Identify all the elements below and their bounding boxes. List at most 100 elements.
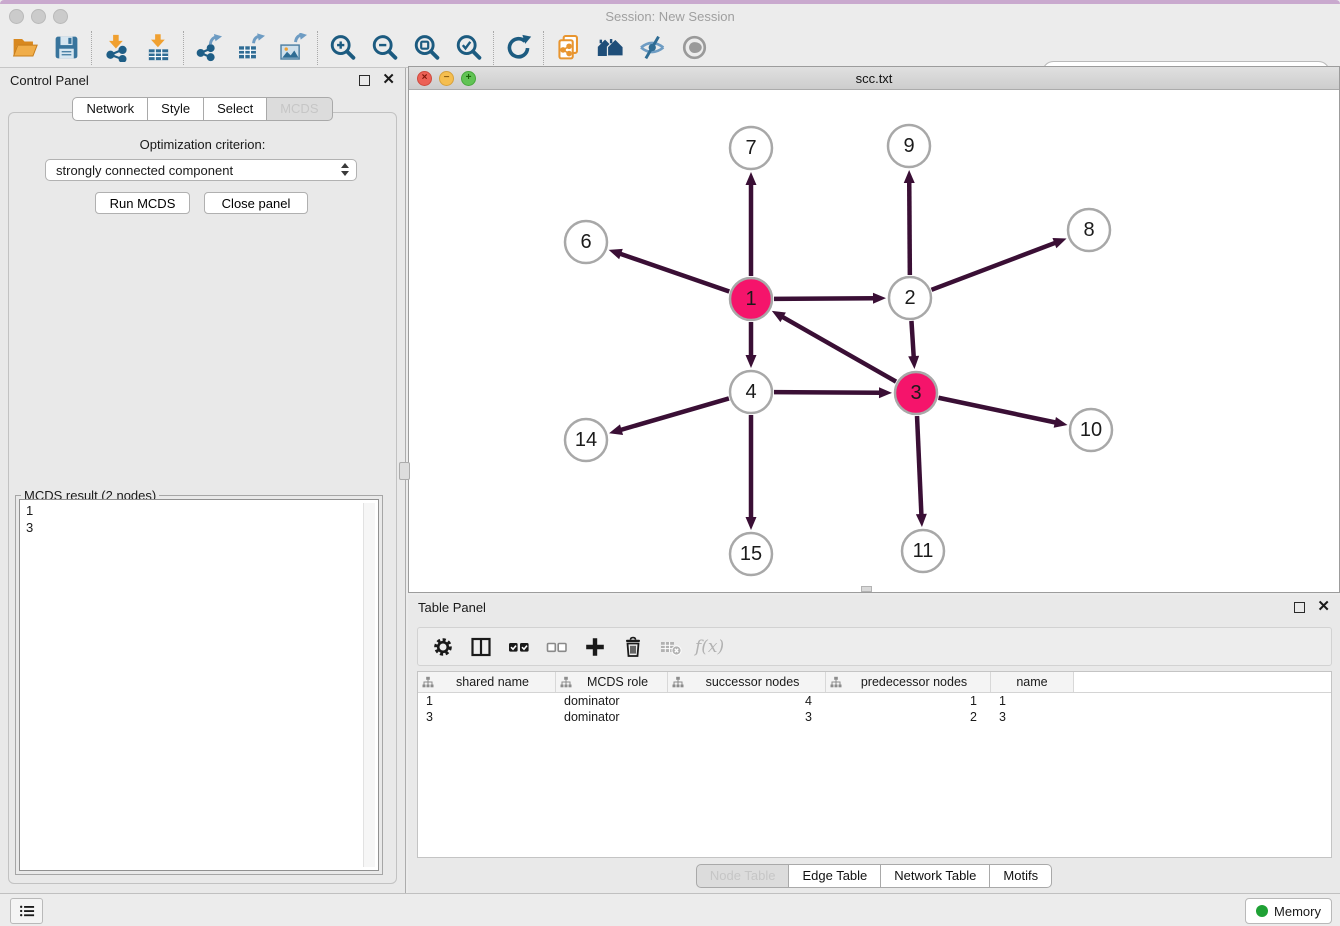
graph-node-15[interactable]: 15 xyxy=(730,533,772,575)
close-table-panel-icon[interactable]: ✕ xyxy=(1317,602,1330,612)
table-panel-tabs: Node Table Edge Table Network Table Moti… xyxy=(408,864,1340,888)
network-graph-canvas[interactable]: 7 9 6 8 1 2 4 3 14 10 15 11 xyxy=(409,90,1339,593)
show-network-eye-icon[interactable] xyxy=(680,33,709,62)
graph-edge-4-3[interactable] xyxy=(774,392,881,393)
task-history-button[interactable] xyxy=(10,898,43,924)
cell-name[interactable]: 3 xyxy=(991,710,1074,724)
canvas-resize-handle[interactable] xyxy=(861,586,872,592)
cell-name[interactable]: 1 xyxy=(991,694,1074,708)
graph-edge-3-10[interactable] xyxy=(939,398,1057,423)
criterion-dropdown[interactable]: strongly connected component xyxy=(45,159,357,181)
export-image-icon[interactable] xyxy=(278,33,307,62)
cell-mcds-role[interactable]: dominator xyxy=(556,710,668,724)
tab-node-table[interactable]: Node Table xyxy=(696,864,790,888)
graph-node-11[interactable]: 11 xyxy=(902,530,944,572)
tab-style[interactable]: Style xyxy=(148,97,204,121)
export-table-icon[interactable] xyxy=(236,33,265,62)
tab-motifs[interactable]: Motifs xyxy=(990,864,1052,888)
table-row[interactable]: 1 dominator 4 1 1 xyxy=(418,693,1331,709)
graph-node-4[interactable]: 4 xyxy=(730,371,772,413)
tab-network-table[interactable]: Network Table xyxy=(881,864,990,888)
cell-predecessor-nodes[interactable]: 2 xyxy=(826,710,991,724)
graph-edge-3-11[interactable] xyxy=(917,416,921,516)
import-table-icon[interactable] xyxy=(144,33,173,62)
table-options-gear-icon[interactable] xyxy=(431,635,455,659)
table-row[interactable]: 3 dominator 3 2 3 xyxy=(418,709,1331,725)
graph-edge-3-1[interactable] xyxy=(781,316,896,381)
zoom-fit-icon[interactable] xyxy=(412,33,441,62)
column-header-mcds-role[interactable]: MCDS role xyxy=(556,672,668,692)
column-header-name[interactable]: name xyxy=(991,672,1074,692)
dropdown-stepper-icon xyxy=(341,163,349,176)
tab-edge-table[interactable]: Edge Table xyxy=(789,864,881,888)
open-file-icon[interactable] xyxy=(10,33,39,62)
delete-column-icon[interactable] xyxy=(621,635,645,659)
criterion-value: strongly connected component xyxy=(56,163,233,178)
tab-select[interactable]: Select xyxy=(204,97,267,121)
run-mcds-button[interactable]: Run MCDS xyxy=(95,192,190,214)
node-label: 3 xyxy=(910,382,921,404)
tab-network[interactable]: Network xyxy=(72,97,148,121)
column-header-shared-name[interactable]: shared name xyxy=(418,672,556,692)
graph-edge-2-8[interactable] xyxy=(932,242,1057,289)
tab-mcds[interactable]: MCDS xyxy=(267,97,332,121)
save-session-icon[interactable] xyxy=(52,33,81,62)
cell-mcds-role[interactable]: dominator xyxy=(556,694,668,708)
hide-network-eye-icon[interactable] xyxy=(638,33,667,62)
network-view-window: × − + scc.txt 7 9 6 8 1 2 4 3 14 10 15 11 xyxy=(408,66,1340,593)
graph-node-2[interactable]: 2 xyxy=(889,277,931,319)
status-bar: Memory xyxy=(0,893,1340,926)
add-column-icon[interactable] xyxy=(583,635,607,659)
cell-successor-nodes[interactable]: 4 xyxy=(668,694,826,708)
refresh-icon[interactable] xyxy=(504,33,533,62)
home-layout-icon[interactable] xyxy=(596,33,625,62)
node-table[interactable]: shared name MCDS role successor nodes pr… xyxy=(417,671,1332,858)
graph-node-9[interactable]: 9 xyxy=(888,125,930,167)
graph-node-10[interactable]: 10 xyxy=(1070,409,1112,451)
graph-edge-4-14[interactable] xyxy=(620,398,729,430)
edge-arrowhead xyxy=(746,517,757,530)
cell-predecessor-nodes[interactable]: 1 xyxy=(826,694,991,708)
unselect-all-columns-icon[interactable] xyxy=(545,635,569,659)
graph-node-7[interactable]: 7 xyxy=(730,127,772,169)
graph-node-3[interactable]: 3 xyxy=(895,372,937,414)
zoom-in-icon[interactable] xyxy=(328,33,357,62)
zoom-selected-icon[interactable] xyxy=(454,33,483,62)
split-panel-icon[interactable] xyxy=(469,635,493,659)
mcds-result-textarea[interactable]: 1 3 xyxy=(19,499,379,871)
main-toolbar xyxy=(0,28,1340,68)
result-scrollbar[interactable] xyxy=(363,503,375,867)
graph-edge-1-2[interactable] xyxy=(774,298,875,299)
minimize-window-button[interactable] xyxy=(31,9,46,24)
float-panel-icon[interactable] xyxy=(359,75,370,86)
graph-node-14[interactable]: 14 xyxy=(565,419,607,461)
edge-arrowhead xyxy=(609,249,623,259)
graph-node-8[interactable]: 8 xyxy=(1068,209,1110,251)
panel-divider-handle[interactable] xyxy=(399,462,410,480)
cell-shared-name[interactable]: 1 xyxy=(418,694,556,708)
graph-edge-2-3[interactable] xyxy=(911,321,913,358)
column-header-successor-nodes[interactable]: successor nodes xyxy=(668,672,826,692)
export-network-icon[interactable] xyxy=(194,33,223,62)
clone-network-icon[interactable] xyxy=(554,33,583,62)
graph-node-6[interactable]: 6 xyxy=(565,221,607,263)
graph-node-1[interactable]: 1 xyxy=(730,278,772,320)
maximize-window-button[interactable] xyxy=(53,9,68,24)
close-window-button[interactable] xyxy=(9,9,24,24)
select-all-columns-icon[interactable] xyxy=(507,635,531,659)
toolbar-separator xyxy=(183,31,185,65)
edge-arrowhead xyxy=(746,355,757,368)
graph-edge-2-9[interactable] xyxy=(909,181,910,275)
network-window-titlebar[interactable]: × − + scc.txt xyxy=(409,67,1339,90)
zoom-out-icon[interactable] xyxy=(370,33,399,62)
float-table-panel-icon[interactable] xyxy=(1294,602,1305,613)
import-network-icon[interactable] xyxy=(102,33,131,62)
memory-button[interactable]: Memory xyxy=(1245,898,1332,924)
column-header-predecessor-nodes[interactable]: predecessor nodes xyxy=(826,672,991,692)
graph-edge-1-6[interactable] xyxy=(619,253,729,291)
cell-successor-nodes[interactable]: 3 xyxy=(668,710,826,724)
close-panel-button[interactable]: Close panel xyxy=(204,192,308,214)
table-panel: Table Panel ✕ xyxy=(408,595,1340,893)
close-panel-icon[interactable]: ✕ xyxy=(382,75,395,85)
cell-shared-name[interactable]: 3 xyxy=(418,710,556,724)
